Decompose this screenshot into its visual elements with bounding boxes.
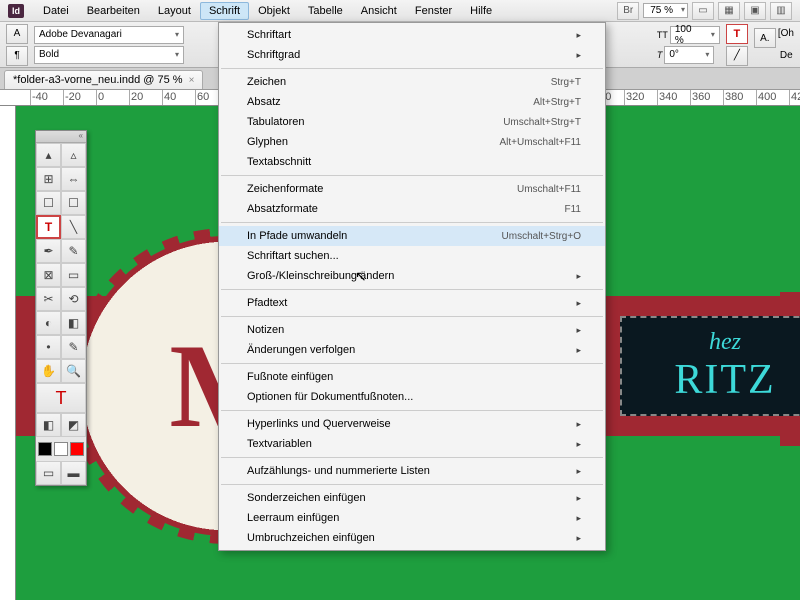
menu-datei[interactable]: Datei [34,2,78,20]
bridge-button[interactable]: Br [617,2,639,20]
zoom-select[interactable]: 75 % [643,3,688,18]
preview-mode[interactable]: ▬ [61,461,86,485]
menu-layout[interactable]: Layout [149,2,200,20]
menu-item[interactable]: AbsatzAlt+Strg+T [219,92,605,112]
menu-tabelle[interactable]: Tabelle [299,2,352,20]
menu-item[interactable]: AbsatzformateF11 [219,199,605,219]
default-fill-stroke[interactable]: ◩ [61,413,86,437]
ritz-text: RITZ [674,356,775,404]
normal-view-mode[interactable]: ▭ [36,461,61,485]
selection-tool[interactable]: ▴ [36,143,61,167]
content-collector-tool[interactable]: ☐ [36,191,61,215]
gradient-swatch-tool[interactable]: ◐ [36,311,61,335]
a-dot-button[interactable]: A. [754,28,776,48]
stroke-text-button[interactable]: ╱ [726,46,748,66]
scale-label: TT [657,30,668,40]
zoom-tool[interactable]: 🔍 [61,359,86,383]
menu-item[interactable]: Groß-/Kleinschreibung ändern [219,266,605,286]
arrange-button[interactable]: ▥ [770,2,792,20]
schrift-menu: SchriftartSchriftgradZeichenStrg+TAbsatz… [218,22,606,551]
menu-item[interactable]: Pfadtext [219,293,605,313]
pencil-tool[interactable]: ✎ [61,239,86,263]
line-tool[interactable]: ╲ [61,215,86,239]
close-icon[interactable]: × [189,75,195,86]
vertical-ruler [0,106,16,600]
menu-item[interactable]: ZeichenStrg+T [219,72,605,92]
gap-tool[interactable]: ⇔ [61,167,86,191]
menu-item[interactable]: Änderungen verfolgen [219,340,605,360]
menu-item[interactable]: Leerraum einfügen [219,508,605,528]
rotate-label: T [657,50,663,60]
menu-item[interactable]: Umbruchzeichen einfügen [219,528,605,548]
tab-title: *folder-a3-vorne_neu.indd @ 75 % [13,74,183,86]
gradient-feather-tool[interactable]: ◧ [61,311,86,335]
fill-text-button[interactable]: T [726,24,748,44]
scissors-tool[interactable]: ✂ [36,287,61,311]
app-icon: Id [8,4,24,18]
menu-item[interactable]: In Pfade umwandelnUmschalt+Strg+O [219,226,605,246]
para-format-button[interactable]: ¶ [6,46,28,66]
direct-select-tool[interactable]: ▵ [61,143,86,167]
panel-collapse-icon[interactable]: « [36,131,86,143]
document-tab[interactable]: *folder-a3-vorne_neu.indd @ 75 % × [4,70,203,89]
fill-stroke-toggle[interactable]: ◧ [36,413,61,437]
menu-item[interactable]: Fußnote einfügen [219,367,605,387]
note-tool[interactable]: • [36,335,61,359]
menu-item[interactable]: Schriftart [219,25,605,45]
menu-bearbeiten[interactable]: Bearbeiten [78,2,149,20]
oh-label: [Oh [778,28,794,48]
menubar: Id DateiBearbeitenLayoutSchriftObjektTab… [0,0,800,22]
selected-text-frame[interactable]: hez RITZ [620,316,800,416]
menu-item[interactable]: Hyperlinks und Querverweise [219,414,605,434]
rectangle-frame-tool[interactable]: ⊠ [36,263,61,287]
font-family-select[interactable]: Adobe Devanagari [34,26,184,44]
hand-tool[interactable]: ✋ [36,359,61,383]
view-mode-button-2[interactable]: ▦ [718,2,740,20]
menu-item[interactable]: Schriftgrad [219,45,605,65]
tools-panel: « ▴▵⊞⇔☐☐T╲✒✎⊠▭✂⟲◐◧•✎✋🔍 T ◧ ◩ ▭ ▬ [35,130,87,486]
swatch[interactable] [38,442,52,456]
rotate-select[interactable]: 0° [664,46,714,64]
menu-item[interactable]: Optionen für Dokumentfußnoten... [219,387,605,407]
de-label: De [754,50,794,61]
pen-tool[interactable]: ✒ [36,239,61,263]
scale-select[interactable]: 100 % [670,26,720,44]
menu-item[interactable]: Sonderzeichen einfügen [219,488,605,508]
font-style-select[interactable]: Bold [34,46,184,64]
menu-item[interactable]: Aufzählungs- und nummerierte Listen [219,461,605,481]
menu-objekt[interactable]: Objekt [249,2,299,20]
page-tool[interactable]: ⊞ [36,167,61,191]
menu-schrift[interactable]: Schrift [200,2,249,20]
content-placer-tool[interactable]: ☐ [61,191,86,215]
swatch[interactable] [54,442,68,456]
type-tool-big[interactable]: T [36,383,86,413]
swatch[interactable] [70,442,84,456]
view-mode-button-1[interactable]: ▭ [692,2,714,20]
menu-item[interactable]: GlyphenAlt+Umschalt+F11 [219,132,605,152]
menu-item[interactable]: Notizen [219,320,605,340]
menu-hilfe[interactable]: Hilfe [461,2,501,20]
char-format-button[interactable]: A [6,24,28,44]
menu-item[interactable]: ZeichenformateUmschalt+F11 [219,179,605,199]
swatch-row [36,437,86,461]
menu-ansicht[interactable]: Ansicht [352,2,406,20]
type-tool[interactable]: T [36,215,61,239]
menu-item[interactable]: Textvariablen [219,434,605,454]
transform-tool[interactable]: ⟲ [61,287,86,311]
rectangle-tool[interactable]: ▭ [61,263,86,287]
menu-item[interactable]: TabulatorenUmschalt+Strg+T [219,112,605,132]
chez-text: hez [709,329,741,356]
screen-mode-button[interactable]: ▣ [744,2,766,20]
eyedropper-tool[interactable]: ✎ [61,335,86,359]
menu-fenster[interactable]: Fenster [406,2,461,20]
menu-item[interactable]: Schriftart suchen... [219,246,605,266]
menu-item[interactable]: Textabschnitt [219,152,605,172]
